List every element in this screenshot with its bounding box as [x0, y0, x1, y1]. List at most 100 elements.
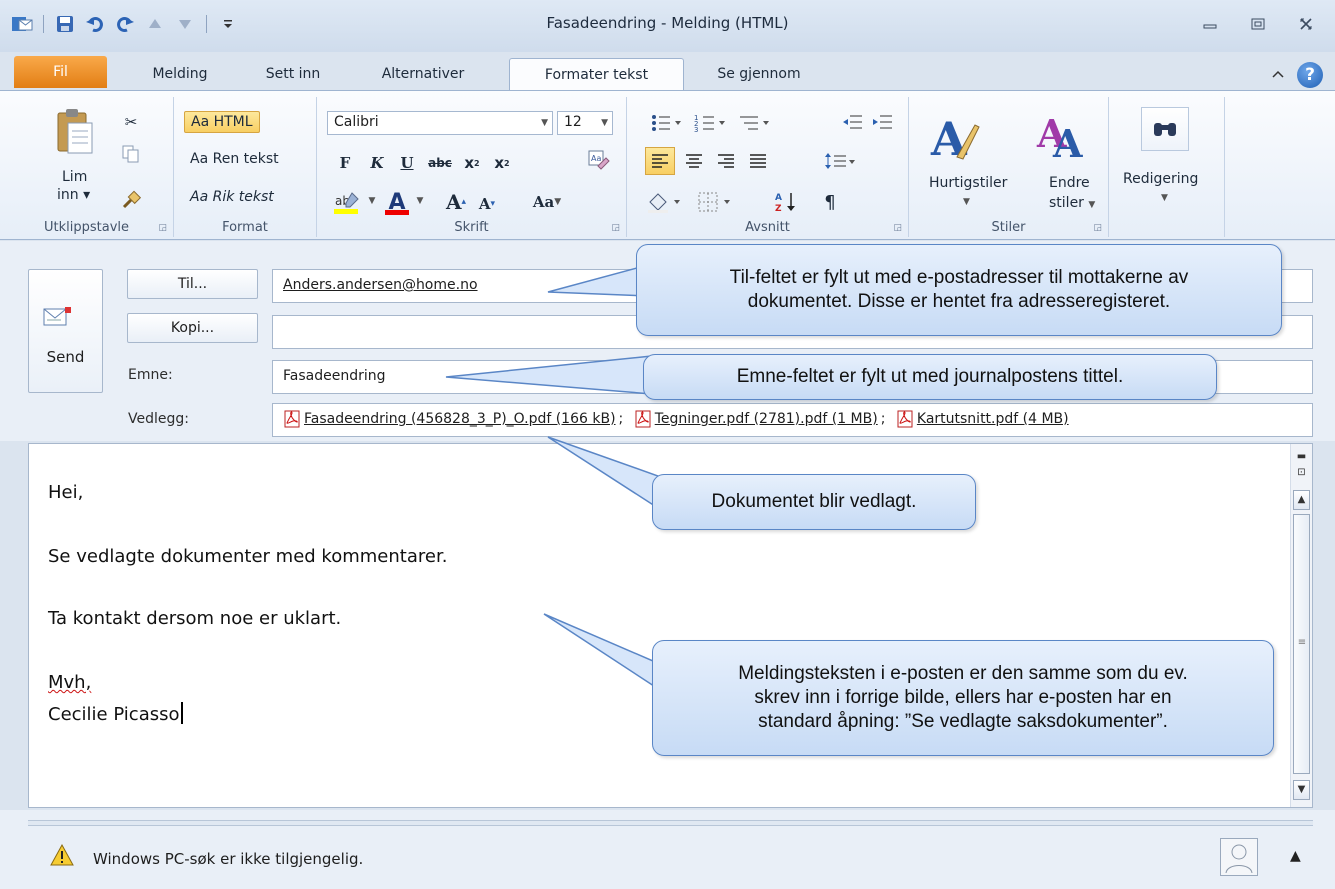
shrink-font-icon[interactable]: A ▾: [475, 193, 499, 215]
attachment-separator: ;: [618, 411, 624, 427]
help-icon[interactable]: ?: [1297, 62, 1323, 88]
align-center-icon[interactable]: [681, 149, 707, 173]
format-plain-text-button[interactable]: Aa Ren tekst: [190, 151, 279, 167]
clear-formatting-icon[interactable]: Aa: [585, 147, 611, 173]
paragraph-launcher-icon[interactable]: ◲: [893, 223, 902, 233]
tab-review[interactable]: Se gjennom: [696, 58, 822, 90]
maximize-icon[interactable]: [1237, 10, 1279, 38]
title-bar: Fasadeendring - Melding (HTML): [0, 0, 1335, 52]
numbering-icon[interactable]: 123: [693, 111, 729, 135]
scroll-up-button[interactable]: ▲: [1293, 490, 1310, 510]
group-format: Aa HTML Aa Ren tekst Aa Rik tekst Format: [174, 97, 317, 237]
copy-icon[interactable]: [120, 143, 142, 165]
ruler-toggle-icon[interactable]: ⊡: [1293, 464, 1310, 478]
tab-message[interactable]: Melding: [130, 58, 230, 90]
editing-dropdown-icon[interactable]: ▼: [1161, 193, 1168, 203]
paste-dropdown[interactable]: inn ▾: [57, 187, 90, 203]
people-pane-splitter[interactable]: [28, 820, 1313, 826]
align-left-icon[interactable]: [645, 147, 675, 175]
group-clipboard: Lim inn ▾ ✂ Utklippstavle ◲: [0, 97, 174, 237]
grow-font-icon[interactable]: A ▴: [441, 189, 471, 215]
decrease-indent-icon[interactable]: [841, 111, 865, 135]
split-handle-icon[interactable]: ▬: [1293, 448, 1310, 462]
cc-button[interactable]: Kopi...: [127, 313, 258, 343]
signature-text: Cecilie Picasso: [48, 704, 180, 725]
justify-icon[interactable]: [745, 149, 771, 173]
to-recipient[interactable]: Anders.andersen@home.no: [283, 277, 478, 293]
clipboard-launcher-icon[interactable]: ◲: [158, 223, 167, 233]
font-size-select[interactable]: 12 ▼: [557, 111, 613, 135]
group-font: Calibri ▼ 12 ▼ F K U abc x2 x2 Aa ab ▼ A ▼…: [317, 97, 627, 237]
format-painter-icon[interactable]: [120, 189, 142, 211]
multilevel-list-icon[interactable]: [737, 111, 773, 135]
attachment-item[interactable]: Tegninger.pdf (2781).pdf (1 MB);: [634, 410, 886, 428]
change-case-icon[interactable]: Aa ▼: [527, 191, 567, 213]
tab-format-text[interactable]: Formater tekst: [509, 58, 684, 90]
sort-icon[interactable]: AZ: [773, 189, 799, 215]
attachment-item[interactable]: Fasadeendring (456828_3_P)_O.pdf (166 kB…: [283, 410, 623, 428]
font-launcher-icon[interactable]: ◲: [611, 223, 620, 233]
minimize-icon[interactable]: [1189, 10, 1231, 38]
scroll-thumb[interactable]: ≡: [1293, 514, 1310, 774]
cut-icon[interactable]: ✂: [120, 111, 142, 133]
quick-styles-icon[interactable]: A: [929, 111, 981, 163]
font-name-select[interactable]: Calibri ▼: [327, 111, 553, 135]
format-html-button[interactable]: Aa HTML: [184, 111, 260, 133]
callout-body-line-3: standard åpning: ”Se vedlagte saksdokume…: [758, 711, 1168, 732]
bold-icon[interactable]: F: [335, 151, 355, 175]
attachments-field[interactable]: Fasadeendring (456828_3_P)_O.pdf (166 kB…: [272, 403, 1313, 437]
close-icon[interactable]: [1285, 10, 1327, 38]
shading-icon[interactable]: [645, 189, 685, 215]
attachment-item[interactable]: Kartutsnitt.pdf (4 MB): [896, 410, 1069, 428]
paste-label[interactable]: Lim: [62, 169, 87, 185]
attachment-name: Kartutsnitt.pdf (4 MB): [916, 411, 1069, 427]
superscript-icon[interactable]: x2: [491, 151, 513, 175]
tab-file[interactable]: Fil: [14, 56, 107, 88]
strikethrough-icon[interactable]: abc: [425, 151, 455, 175]
to-button[interactable]: Til...: [127, 269, 258, 299]
svg-text:Z: Z: [775, 204, 782, 214]
send-label: Send: [46, 348, 85, 366]
borders-icon[interactable]: [695, 189, 735, 215]
show-formatting-icon[interactable]: ¶: [817, 189, 843, 215]
font-color-dropdown-icon[interactable]: ▼: [415, 191, 425, 211]
font-color-icon[interactable]: A: [383, 187, 411, 217]
quick-styles-label[interactable]: Hurtigstiler: [929, 175, 1007, 191]
body-line-contact: Ta kontakt dersom noe er uklart.: [48, 608, 342, 629]
expand-people-pane-icon[interactable]: ▲: [1290, 848, 1301, 864]
minimize-ribbon-icon[interactable]: [1271, 67, 1285, 83]
group-label-format: Format: [222, 220, 268, 235]
send-button[interactable]: Send: [28, 269, 103, 393]
highlight-dropdown-icon[interactable]: ▼: [367, 191, 377, 211]
binoculars-icon[interactable]: [1141, 107, 1189, 151]
warning-icon: [50, 844, 74, 866]
scroll-down-button[interactable]: ▼: [1293, 780, 1310, 800]
tab-insert[interactable]: Sett inn: [248, 58, 338, 90]
change-styles-label-1[interactable]: Endre: [1049, 175, 1090, 191]
callout-to-line-1: Til-feltet er fylt ut med e-postadresser…: [729, 267, 1189, 288]
increase-indent-icon[interactable]: [871, 111, 895, 135]
underline-icon[interactable]: U: [397, 151, 417, 175]
styles-launcher-icon[interactable]: ◲: [1093, 223, 1102, 233]
callout-to-field: Til-feltet er fylt ut med e-postadresser…: [636, 244, 1282, 336]
paste-icon[interactable]: [54, 107, 94, 155]
align-right-icon[interactable]: [713, 149, 739, 173]
change-styles-button[interactable]: stiler ▼: [1049, 195, 1095, 211]
body-line-greeting: Hei,: [48, 482, 84, 503]
editing-label[interactable]: Redigering: [1123, 171, 1198, 187]
pdf-icon: [635, 410, 651, 428]
bullets-icon[interactable]: [649, 111, 685, 135]
contact-avatar[interactable]: [1220, 838, 1258, 876]
font-size-value: 12: [564, 114, 582, 130]
change-styles-icon[interactable]: AA: [1035, 107, 1091, 163]
ribbon: Lim inn ▾ ✂ Utklippstavle ◲ Aa HTML Aa R…: [0, 90, 1335, 240]
vertical-scrollbar[interactable]: ▬ ⊡ ▲ ≡ ▼: [1290, 444, 1312, 807]
highlight-color-icon[interactable]: ab: [331, 189, 365, 217]
tab-options[interactable]: Alternativer: [358, 58, 488, 90]
line-spacing-icon[interactable]: [823, 149, 857, 173]
quick-styles-dropdown-icon[interactable]: ▼: [963, 197, 970, 207]
subscript-icon[interactable]: x2: [461, 151, 483, 175]
attachment-separator: ;: [880, 411, 886, 427]
format-rich-text-button[interactable]: Aa Rik tekst: [190, 189, 274, 205]
italic-icon[interactable]: K: [367, 151, 387, 175]
